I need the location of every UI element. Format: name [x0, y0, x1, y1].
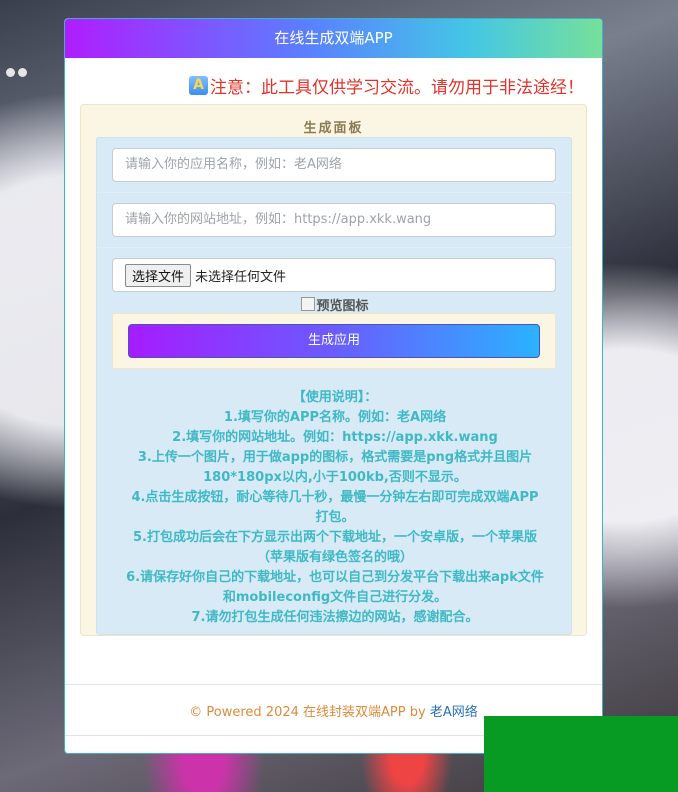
- footer-author-link[interactable]: 老A网络: [430, 705, 478, 720]
- instruction-line: 打包。: [315, 510, 355, 525]
- main-card: 在线生成双端APP A 注意：此工具仅供学习交流。请勿用于非法途经！ 生成面板 …: [64, 18, 603, 754]
- instruction-line: 1.填写你的APP名称。例如：老A网络: [223, 410, 447, 425]
- divider: [97, 247, 571, 248]
- divider: [97, 192, 571, 193]
- usage-instructions: 【使用说明】： 1.填写你的APP名称。例如：老A网络 2.填写你的网站地址。例…: [107, 388, 563, 628]
- instruction-line: 4.点击生成按钮，耐心等待几十秒，最慢一分钟左右即可完成双端APP: [131, 490, 539, 505]
- generate-panel: 生成面板 请输入你的应用名称，例如：老A网络 请输入你的网站地址，例如：http…: [80, 104, 587, 636]
- instruction-line: 7.请勿打包生成任何违法擦边的网站，感谢配合。: [191, 610, 479, 625]
- icon-file-input[interactable]: 选择文件 未选择任何文件: [112, 258, 556, 292]
- instruction-line: 5.打包成功后会在下方显示出两个下载地址，一个安卓版，一个苹果版: [133, 530, 537, 545]
- green-overlay-block: [484, 716, 678, 792]
- choose-file-button[interactable]: 选择文件: [125, 263, 192, 287]
- icon-preview: 预览图标: [97, 295, 573, 314]
- instruction-line: 【使用说明】：: [292, 390, 378, 405]
- panel-title: 生成面板: [303, 121, 364, 136]
- footer-text: © Powered 2024 在线封装双端APP by: [189, 705, 430, 720]
- warning-icon: A: [189, 76, 208, 95]
- broken-image-icon: [301, 297, 316, 311]
- form-area: 请输入你的应用名称，例如：老A网络 请输入你的网站地址，例如：https://a…: [96, 137, 572, 635]
- app-name-input[interactable]: 请输入你的应用名称，例如：老A网络: [112, 148, 556, 182]
- website-url-input[interactable]: 请输入你的网站地址，例如：https://app.xkk.wang: [112, 203, 556, 237]
- warning-text: 注意：此工具仅供学习交流。请勿用于非法途经！: [210, 78, 584, 98]
- footer-divider: [65, 684, 602, 685]
- instruction-line: 180*180px以内,小于100kb,否则不显示。: [203, 470, 467, 485]
- generate-app-button[interactable]: 生成应用: [128, 324, 540, 358]
- instruction-line: （苹果版有绿色签名的哦）: [256, 550, 413, 565]
- instruction-line: 和mobileconfig文件自己进行分发。: [222, 590, 448, 605]
- instruction-line: 3.上传一个图片，用于做app的图标，格式需要是png格式并且图片: [137, 450, 533, 465]
- preview-alt-text: 预览图标: [316, 299, 369, 314]
- instruction-line: 2.填写你的网站地址。例如：https://app.xkk.wang: [172, 430, 498, 445]
- page-title: 在线生成双端APP: [65, 19, 602, 58]
- generate-button-wrap: 生成应用: [112, 313, 556, 369]
- instruction-line: 6.请保存好你自己的下载地址，也可以自己到分发平台下载出来apk文件: [126, 570, 544, 585]
- warning-notice: A 注意：此工具仅供学习交流。请勿用于非法途经！: [189, 73, 584, 98]
- file-status: 未选择任何文件: [195, 269, 287, 285]
- background-decoration: [6, 62, 30, 81]
